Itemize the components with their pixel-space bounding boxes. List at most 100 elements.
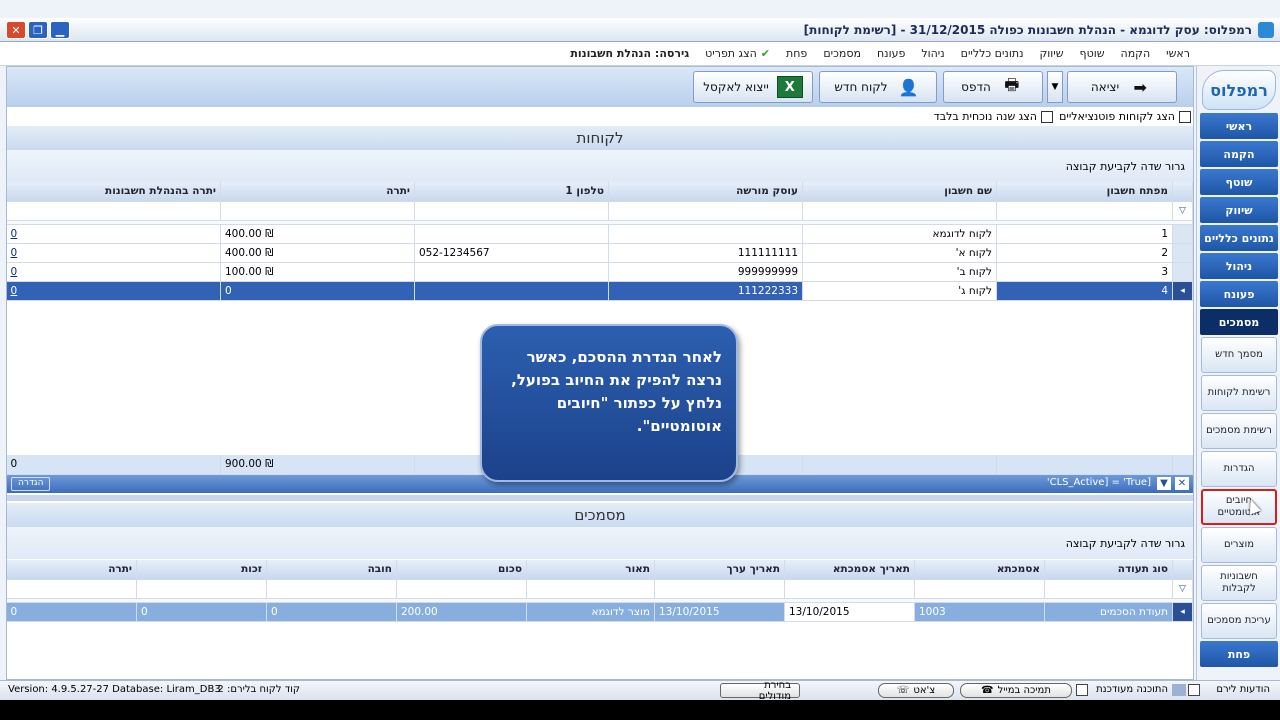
filter-cell[interactable] <box>266 579 397 599</box>
filter-cell[interactable] <box>220 201 415 221</box>
bookkeeping-link[interactable]: 0 <box>11 266 18 278</box>
cell-bookkeeping-balance[interactable]: 0 <box>6 262 221 282</box>
filter-cell[interactable] <box>526 579 655 599</box>
filter-icon[interactable]: ▽ <box>1172 579 1193 599</box>
nav-management[interactable]: ניהול <box>1200 253 1278 279</box>
exit-button[interactable]: ➡ יציאה <box>1067 71 1177 103</box>
col-reference[interactable]: אסמכתא <box>914 560 1045 580</box>
row-selector[interactable] <box>1172 262 1193 282</box>
filter-cell[interactable] <box>6 579 137 599</box>
table-row-selected[interactable]: ◂ 4 לקוח ג' 111222333 0 0 <box>6 281 1193 301</box>
sub-document-list[interactable]: רשימת מסמכים <box>1201 413 1277 449</box>
col-debit[interactable]: חובה <box>266 560 397 580</box>
nav-documents[interactable]: מסמכים <box>1200 309 1278 335</box>
show-current-year-checkbox[interactable] <box>1041 110 1053 123</box>
bookkeeping-link[interactable]: 0 <box>11 228 18 240</box>
show-potential-option[interactable]: הצג לקוחות פוטנציאליים <box>1059 110 1191 123</box>
menu-item-setup[interactable]: הקמה <box>1121 47 1151 60</box>
menu-item-show-menu[interactable]: ✔ הצג תפריט <box>705 47 770 60</box>
chat-button[interactable]: צ'אט ☏ <box>878 683 954 698</box>
remote-support-button[interactable]: תמיכה במייל ☎ <box>960 683 1072 698</box>
show-potential-checkbox[interactable] <box>1179 110 1191 123</box>
col-doc-balance[interactable]: יתרה <box>6 560 137 580</box>
filter-cell[interactable] <box>996 201 1173 221</box>
col-bookkeeping-balance[interactable]: יתרה בהנהלת חשבונות <box>6 182 221 202</box>
table-row[interactable]: 3 לקוח ב' 999999999 100.00 ₪ 0 <box>6 262 1193 282</box>
sub-edit-documents[interactable]: עריכת מסמכים <box>1201 603 1277 639</box>
row-selector-active[interactable]: ◂ <box>1172 602 1193 622</box>
nav-general-data[interactable]: נתונים כלליים <box>1200 225 1278 251</box>
row-selector[interactable] <box>1172 243 1193 263</box>
messages-dropdown-icon[interactable] <box>1188 684 1200 696</box>
print-button[interactable]: 🖶 הדפס <box>943 71 1043 103</box>
menu-item-current[interactable]: שוטף <box>1080 47 1105 60</box>
col-vat-number[interactable]: עוסק מורשה <box>608 182 803 202</box>
col-account-key[interactable]: מפתח חשבון <box>996 182 1173 202</box>
filter-icon[interactable]: ▽ <box>1172 201 1193 221</box>
filter-dropdown-icon[interactable]: ▼ <box>1157 477 1171 490</box>
col-value-date[interactable]: תאריך ערך <box>654 560 785 580</box>
nav-current[interactable]: שוטף <box>1200 169 1278 195</box>
filter-cell[interactable] <box>802 201 997 221</box>
menu-item-management[interactable]: ניהול <box>921 47 944 60</box>
show-current-year-option[interactable]: הצג שנה נוכחית בלבד <box>934 110 1053 123</box>
clear-filter-icon[interactable]: ✕ <box>1175 477 1189 490</box>
bookkeeping-link[interactable]: 0 <box>11 285 18 297</box>
messages-label[interactable]: הודעות לירם <box>1216 684 1270 695</box>
col-description[interactable]: תאור <box>526 560 655 580</box>
filter-cell[interactable] <box>396 579 527 599</box>
sub-auto-charges[interactable]: חיובים אוטומטיים <box>1201 489 1277 525</box>
sub-products[interactable]: מוצרים <box>1201 527 1277 563</box>
minimize-icon[interactable]: ▁ <box>50 21 70 39</box>
cell-bookkeeping-balance[interactable]: 0 <box>6 243 221 263</box>
table-row-selected[interactable]: ◂ תעודת הסכמים 1003 13/10/2015 13/10/201… <box>6 602 1193 622</box>
cell-bookkeeping-balance[interactable]: 0 <box>6 281 221 301</box>
table-row[interactable]: 2 לקוח א' 111111111 052-1234567 400.00 ₪… <box>6 243 1193 263</box>
col-amount[interactable]: סכום <box>396 560 527 580</box>
col-phone[interactable]: טלפון 1 <box>414 182 609 202</box>
bookkeeping-link[interactable]: 0 <box>11 247 18 259</box>
sub-settings[interactable]: הגדרות <box>1201 451 1277 487</box>
restore-icon[interactable]: ❐ <box>28 21 48 39</box>
menu-item-main[interactable]: ראשי <box>1166 47 1190 60</box>
row-selector[interactable] <box>1172 224 1193 244</box>
new-customer-button[interactable]: 👤 לקוח חדש <box>819 71 937 103</box>
filter-cell[interactable] <box>136 579 267 599</box>
cell-account-name[interactable]: לקוח ג' <box>802 281 997 301</box>
sub-invoices-to-receipts[interactable]: חשבוניות לקבלות <box>1201 565 1277 601</box>
filter-expression[interactable]: 'CLS_Active] = 'True] <box>1047 477 1151 488</box>
nav-depreciation[interactable]: פחת <box>1200 641 1278 667</box>
filter-cell[interactable] <box>1044 579 1173 599</box>
filter-cell[interactable] <box>608 201 803 221</box>
menu-item-decoded[interactable]: פעונח <box>877 47 905 60</box>
row-selector-active[interactable]: ◂ <box>1172 281 1193 301</box>
sub-new-document[interactable]: מסמך חדש <box>1201 337 1277 373</box>
filter-cell[interactable] <box>6 201 221 221</box>
filter-customize-button[interactable]: הגדרה <box>11 477 51 491</box>
more-dropdown-icon[interactable]: ▼ <box>1047 71 1063 103</box>
nav-main[interactable]: ראשי <box>1200 113 1278 139</box>
close-icon[interactable]: ✕ <box>6 21 26 39</box>
table-row[interactable]: 1 לקוח לדוגמא 400.00 ₪ 0 <box>6 224 1193 244</box>
export-excel-button[interactable]: X ייצוא לאקסל <box>693 71 813 103</box>
menu-item-depreciation[interactable]: פחת <box>786 47 807 60</box>
nav-marketing[interactable]: שיווק <box>1200 197 1278 223</box>
menu-item-general-data[interactable]: נתונים כלליים <box>961 47 1024 60</box>
nav-setup[interactable]: הקמה <box>1200 141 1278 167</box>
nav-decoded[interactable]: פעונח <box>1200 281 1278 307</box>
panel-splitter[interactable] <box>7 495 1193 501</box>
col-credit[interactable]: זכות <box>136 560 267 580</box>
update-dropdown-icon[interactable] <box>1076 684 1088 696</box>
col-doc-type[interactable]: סוג תעודה <box>1044 560 1173 580</box>
menu-item-marketing[interactable]: שיווק <box>1039 47 1063 60</box>
modules-button[interactable]: בחירת מודולים <box>720 680 800 702</box>
col-account-name[interactable]: שם חשבון <box>802 182 997 202</box>
col-balance[interactable]: יתרה <box>220 182 415 202</box>
filter-cell[interactable] <box>414 201 609 221</box>
col-reference-date[interactable]: תאריך אסמכתא <box>784 560 915 580</box>
filter-cell[interactable] <box>784 579 915 599</box>
cell-bookkeeping-balance[interactable]: 0 <box>6 224 221 244</box>
filter-cell[interactable] <box>654 579 785 599</box>
sub-customer-list[interactable]: רשימת לקוחות <box>1201 375 1277 411</box>
menu-item-documents[interactable]: מסמכים <box>823 47 861 60</box>
